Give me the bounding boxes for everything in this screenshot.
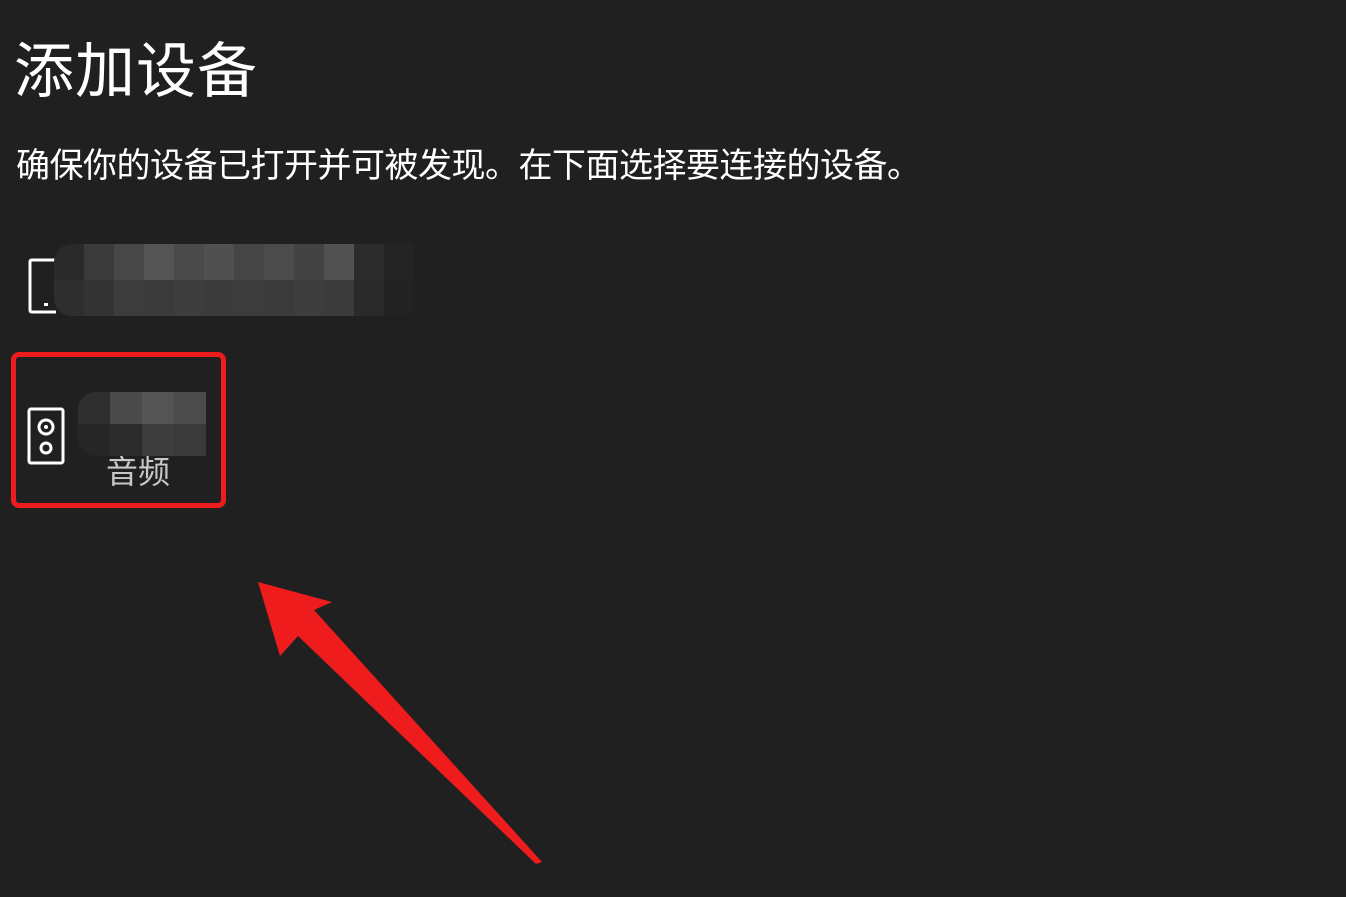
device-list-item[interactable] (14, 238, 614, 332)
device-name-obscured (78, 392, 206, 456)
device-type-label: 音频 (106, 453, 171, 491)
speaker-icon (27, 407, 65, 465)
instructions-text: 确保你的设备已打开并可被发现。在下面选择要连接的设备。 (16, 146, 921, 186)
device-name-obscured (54, 244, 414, 316)
pixelated-name-mask (78, 392, 206, 456)
pixelated-name-mask (54, 244, 414, 316)
device-list-item-audio[interactable]: 音频 (14, 354, 230, 510)
page-title: 添加设备 (14, 37, 258, 107)
